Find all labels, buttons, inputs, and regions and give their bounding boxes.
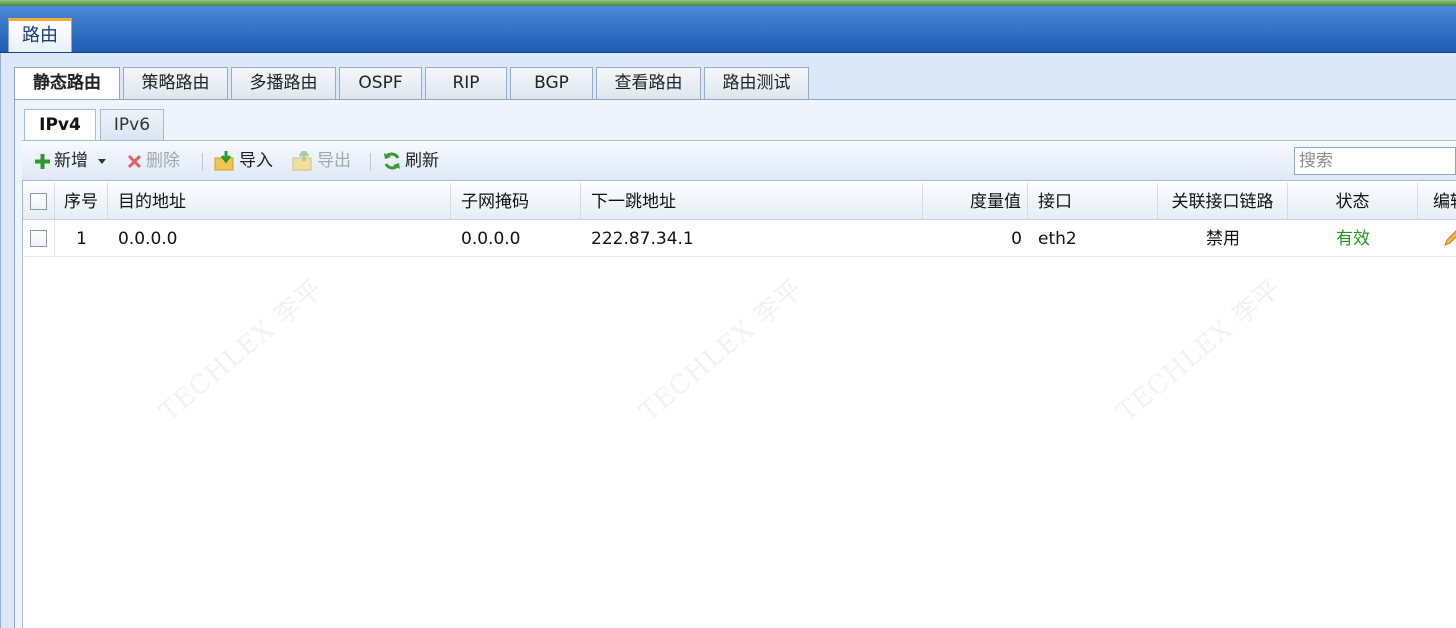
refresh-label: 刷新: [405, 151, 439, 171]
grid-toolbar: 新增 删除 导入 导出 刷新: [22, 141, 1456, 181]
cell-edit: [1418, 220, 1456, 256]
col-header-destination[interactable]: 目的地址: [108, 183, 451, 219]
add-label: 新增: [54, 151, 88, 171]
col-header-edit[interactable]: 编辑: [1418, 183, 1456, 219]
row-select-cell: [23, 220, 55, 256]
grid-header: 序号 目的地址 子网掩码 下一跳地址 度量值 接口 关联接口链路 状态 编辑: [23, 183, 1456, 220]
module-header-bar: 路由: [0, 6, 1456, 53]
toolbar-separator: [202, 153, 203, 171]
table-row[interactable]: 1 0.0.0.0 0.0.0.0 222.87.34.1 0 eth2 禁用 …: [23, 220, 1456, 257]
plus-icon: [35, 153, 50, 169]
search-input[interactable]: [1294, 147, 1456, 175]
cell-status: 有效: [1336, 229, 1370, 249]
delete-x-icon: [127, 154, 142, 168]
cell-index: 1: [76, 229, 87, 249]
cell-destination: 0.0.0.0: [118, 229, 178, 249]
tab-ospf[interactable]: OSPF: [339, 67, 422, 99]
tab-policy-route[interactable]: 策略路由: [123, 67, 228, 99]
tab-route-test[interactable]: 路由测试: [704, 67, 809, 99]
tab-bgp[interactable]: BGP: [510, 67, 593, 99]
row-checkbox[interactable]: [30, 230, 47, 247]
tab-static-route[interactable]: 静态路由: [14, 67, 120, 100]
refresh-icon: [384, 152, 400, 170]
import-label: 导入: [239, 151, 273, 171]
import-button[interactable]: 导入: [214, 149, 273, 173]
cell-netmask: 0.0.0.0: [461, 229, 521, 249]
export-label: 导出: [317, 151, 351, 171]
tab-ipv6[interactable]: IPv6: [100, 109, 164, 140]
edit-pencil-icon[interactable]: [1442, 228, 1456, 248]
tab-rip[interactable]: RIP: [425, 67, 507, 99]
tab-ipv4[interactable]: IPv4: [24, 109, 96, 141]
add-button[interactable]: 新增: [34, 149, 110, 173]
col-header-linked-interface[interactable]: 关联接口链路: [1158, 183, 1288, 219]
refresh-button[interactable]: 刷新: [382, 149, 439, 173]
select-all-checkbox[interactable]: [30, 193, 47, 210]
col-header-next-hop[interactable]: 下一跳地址: [581, 183, 923, 219]
delete-button[interactable]: 删除: [126, 149, 180, 173]
cell-next-hop: 222.87.34.1: [591, 229, 694, 249]
tab-multicast-route[interactable]: 多播路由: [231, 67, 336, 99]
export-folder-icon: [292, 151, 312, 171]
delete-label: 删除: [146, 151, 180, 171]
select-all-cell: [23, 183, 55, 219]
col-header-interface[interactable]: 接口: [1028, 183, 1158, 219]
col-header-netmask[interactable]: 子网掩码: [451, 183, 581, 219]
tab-view-route[interactable]: 查看路由: [596, 67, 701, 99]
col-header-metric[interactable]: 度量值: [923, 183, 1028, 219]
import-folder-icon: [214, 151, 234, 171]
export-button[interactable]: 导出: [292, 149, 351, 173]
col-header-index[interactable]: 序号: [55, 183, 108, 219]
cell-interface: eth2: [1038, 229, 1077, 249]
cell-metric: 0: [1011, 229, 1022, 249]
toolbar-separator: [370, 153, 371, 171]
tab-routing[interactable]: 路由: [8, 18, 72, 52]
cell-linked-interface: 禁用: [1206, 229, 1240, 249]
col-header-status[interactable]: 状态: [1288, 183, 1418, 219]
caret-down-icon[interactable]: [97, 157, 107, 165]
